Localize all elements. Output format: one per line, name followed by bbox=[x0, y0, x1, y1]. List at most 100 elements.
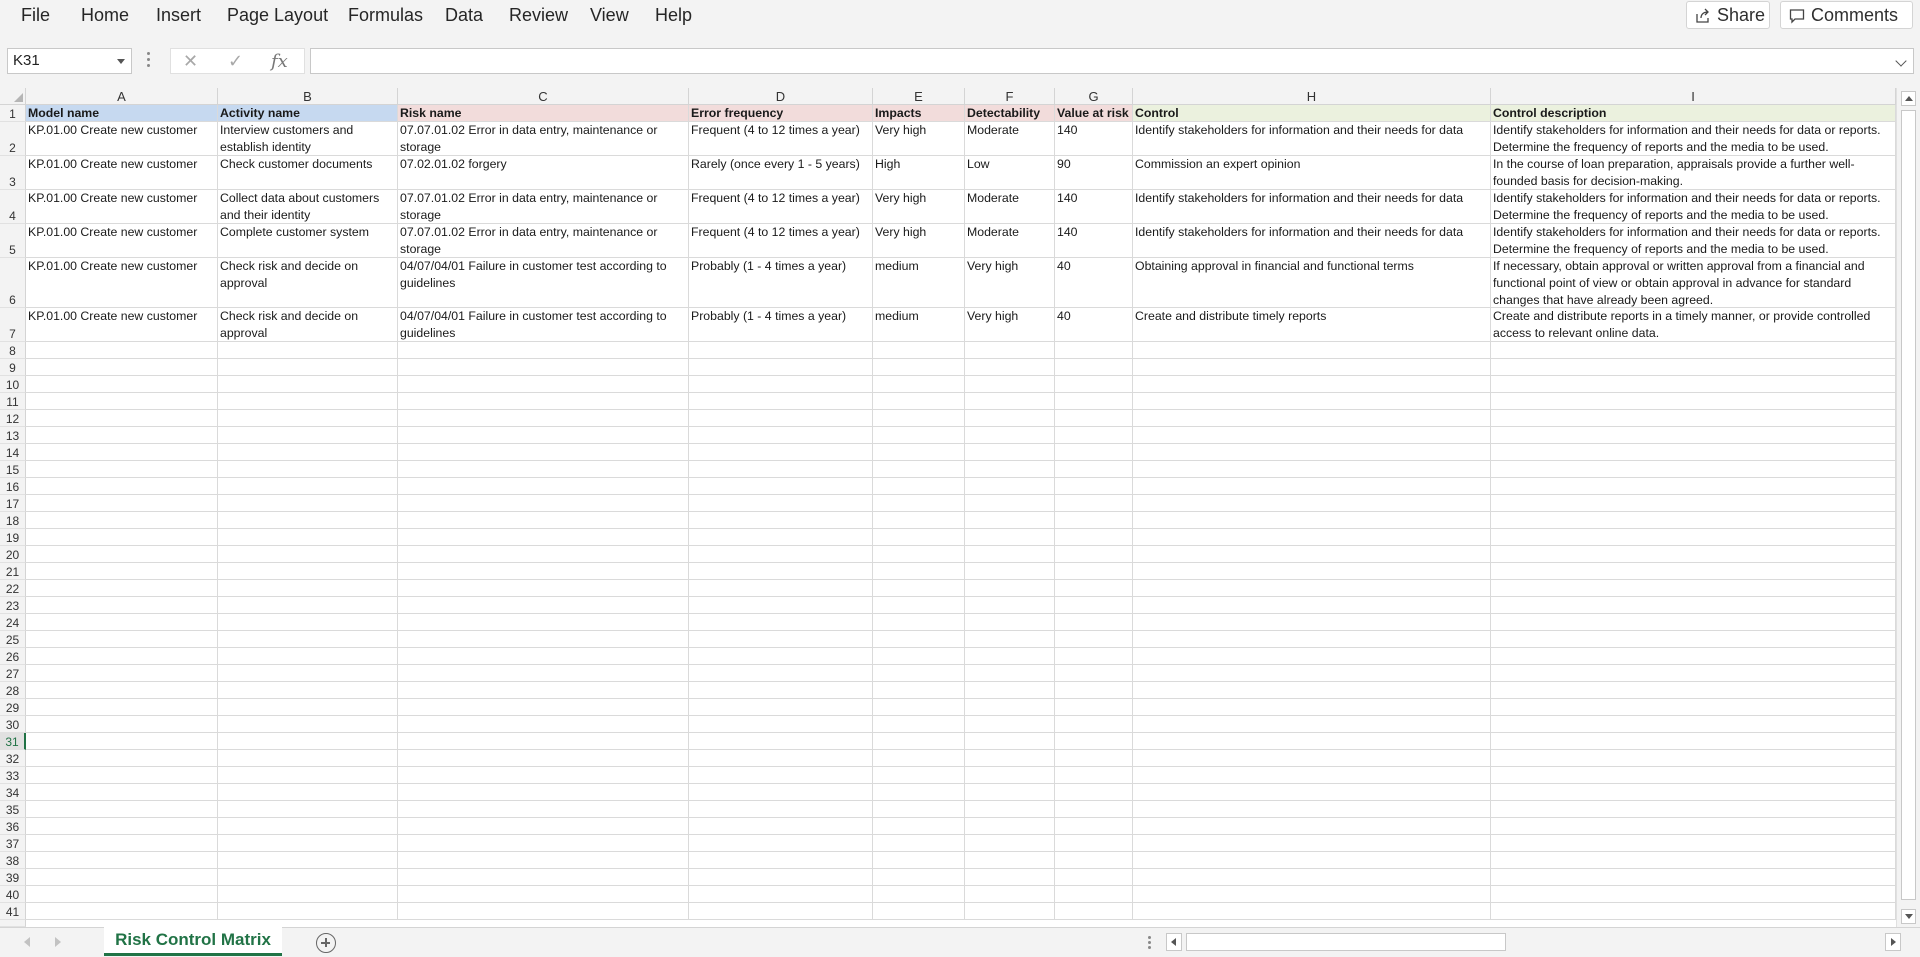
empty-cell[interactable] bbox=[1055, 631, 1133, 648]
empty-cell[interactable] bbox=[873, 818, 965, 835]
table-cell[interactable]: If necessary, obtain approval or written… bbox=[1491, 258, 1896, 308]
table-header-cell[interactable]: Risk name bbox=[398, 105, 689, 122]
row-header-29[interactable]: 29 bbox=[0, 699, 26, 716]
table-cell[interactable]: Probably (1 - 4 times a year) bbox=[689, 258, 873, 308]
column-header-g[interactable]: G bbox=[1055, 88, 1133, 105]
empty-cell[interactable] bbox=[218, 614, 398, 631]
vertical-scrollbar[interactable] bbox=[1896, 88, 1920, 927]
empty-cell[interactable] bbox=[873, 750, 965, 767]
table-cell[interactable]: Identify stakeholders for information an… bbox=[1133, 224, 1491, 258]
row-header-17[interactable]: 17 bbox=[0, 495, 26, 512]
empty-cell[interactable] bbox=[873, 427, 965, 444]
empty-cell[interactable] bbox=[965, 665, 1055, 682]
vertical-scroll-thumb[interactable] bbox=[1901, 110, 1916, 900]
empty-cell[interactable] bbox=[689, 529, 873, 546]
empty-cell[interactable] bbox=[965, 393, 1055, 410]
empty-cell[interactable] bbox=[873, 801, 965, 818]
empty-cell[interactable] bbox=[26, 393, 218, 410]
table-cell[interactable]: Identify stakeholders for information an… bbox=[1133, 122, 1491, 156]
empty-cell[interactable] bbox=[873, 767, 965, 784]
empty-cell[interactable] bbox=[26, 410, 218, 427]
row-header-37[interactable]: 37 bbox=[0, 835, 26, 852]
empty-cell[interactable] bbox=[1055, 750, 1133, 767]
empty-cell[interactable] bbox=[26, 342, 218, 359]
empty-cell[interactable] bbox=[1133, 563, 1491, 580]
empty-cell[interactable] bbox=[218, 529, 398, 546]
empty-cell[interactable] bbox=[1491, 512, 1896, 529]
empty-cell[interactable] bbox=[26, 461, 218, 478]
empty-cell[interactable] bbox=[689, 495, 873, 512]
empty-cell[interactable] bbox=[689, 461, 873, 478]
empty-cell[interactable] bbox=[689, 869, 873, 886]
empty-cell[interactable] bbox=[689, 342, 873, 359]
empty-cell[interactable] bbox=[398, 886, 689, 903]
empty-cell[interactable] bbox=[1491, 733, 1896, 750]
empty-cell[interactable] bbox=[218, 393, 398, 410]
empty-cell[interactable] bbox=[398, 818, 689, 835]
tab-review[interactable]: Review bbox=[509, 4, 568, 26]
empty-cell[interactable] bbox=[689, 733, 873, 750]
row-header-15[interactable]: 15 bbox=[0, 461, 26, 478]
empty-cell[interactable] bbox=[689, 665, 873, 682]
table-cell[interactable]: KP.01.00 Create new customer bbox=[26, 308, 218, 342]
empty-cell[interactable] bbox=[965, 376, 1055, 393]
empty-cell[interactable] bbox=[965, 597, 1055, 614]
empty-cell[interactable] bbox=[26, 563, 218, 580]
empty-cell[interactable] bbox=[398, 648, 689, 665]
scroll-right-icon[interactable] bbox=[1885, 933, 1901, 951]
column-header-a[interactable]: A bbox=[26, 88, 218, 105]
table-header-cell[interactable]: Control description bbox=[1491, 105, 1896, 122]
empty-cell[interactable] bbox=[1491, 461, 1896, 478]
row-header-40[interactable]: 40 bbox=[0, 886, 26, 903]
empty-cell[interactable] bbox=[1491, 495, 1896, 512]
empty-cell[interactable] bbox=[1133, 580, 1491, 597]
table-cell[interactable]: Very high bbox=[965, 308, 1055, 342]
empty-cell[interactable] bbox=[965, 733, 1055, 750]
row-header-35[interactable]: 35 bbox=[0, 801, 26, 818]
row-header-6[interactable]: 6 bbox=[0, 258, 26, 308]
empty-cell[interactable] bbox=[218, 376, 398, 393]
empty-cell[interactable] bbox=[689, 903, 873, 920]
table-cell[interactable]: Very high bbox=[873, 122, 965, 156]
empty-cell[interactable] bbox=[873, 563, 965, 580]
empty-cell[interactable] bbox=[873, 903, 965, 920]
empty-cell[interactable] bbox=[873, 733, 965, 750]
tab-insert[interactable]: Insert bbox=[156, 4, 201, 26]
empty-cell[interactable] bbox=[1133, 869, 1491, 886]
empty-cell[interactable] bbox=[218, 648, 398, 665]
empty-cell[interactable] bbox=[398, 733, 689, 750]
empty-cell[interactable] bbox=[965, 784, 1055, 801]
empty-cell[interactable] bbox=[26, 597, 218, 614]
table-cell[interactable]: KP.01.00 Create new customer bbox=[26, 122, 218, 156]
empty-cell[interactable] bbox=[1055, 665, 1133, 682]
empty-cell[interactable] bbox=[873, 410, 965, 427]
more-options-icon[interactable] bbox=[147, 52, 151, 70]
row-header-26[interactable]: 26 bbox=[0, 648, 26, 665]
empty-cell[interactable] bbox=[1133, 546, 1491, 563]
empty-cell[interactable] bbox=[965, 801, 1055, 818]
add-sheet-icon[interactable] bbox=[316, 933, 336, 953]
table-cell[interactable]: medium bbox=[873, 258, 965, 308]
empty-cell[interactable] bbox=[1133, 750, 1491, 767]
table-cell[interactable]: Collect data about customers and their i… bbox=[218, 190, 398, 224]
empty-cell[interactable] bbox=[1055, 767, 1133, 784]
empty-cell[interactable] bbox=[873, 869, 965, 886]
empty-cell[interactable] bbox=[26, 665, 218, 682]
row-header-7[interactable]: 7 bbox=[0, 308, 26, 342]
empty-cell[interactable] bbox=[1133, 886, 1491, 903]
table-header-cell[interactable]: Control bbox=[1133, 105, 1491, 122]
empty-cell[interactable] bbox=[398, 699, 689, 716]
table-cell[interactable]: Identify stakeholders for information an… bbox=[1491, 122, 1896, 156]
horizontal-scrollbar[interactable] bbox=[1166, 932, 1901, 952]
row-header-41[interactable]: 41 bbox=[0, 903, 26, 920]
select-all-corner[interactable] bbox=[0, 88, 26, 105]
empty-cell[interactable] bbox=[1491, 580, 1896, 597]
empty-cell[interactable] bbox=[218, 733, 398, 750]
table-cell[interactable]: Frequent (4 to 12 times a year) bbox=[689, 122, 873, 156]
table-header-cell[interactable]: Detectability bbox=[965, 105, 1055, 122]
empty-cell[interactable] bbox=[218, 665, 398, 682]
empty-cell[interactable] bbox=[1491, 869, 1896, 886]
table-cell[interactable]: KP.01.00 Create new customer bbox=[26, 258, 218, 308]
empty-cell[interactable] bbox=[1491, 801, 1896, 818]
empty-cell[interactable] bbox=[873, 614, 965, 631]
